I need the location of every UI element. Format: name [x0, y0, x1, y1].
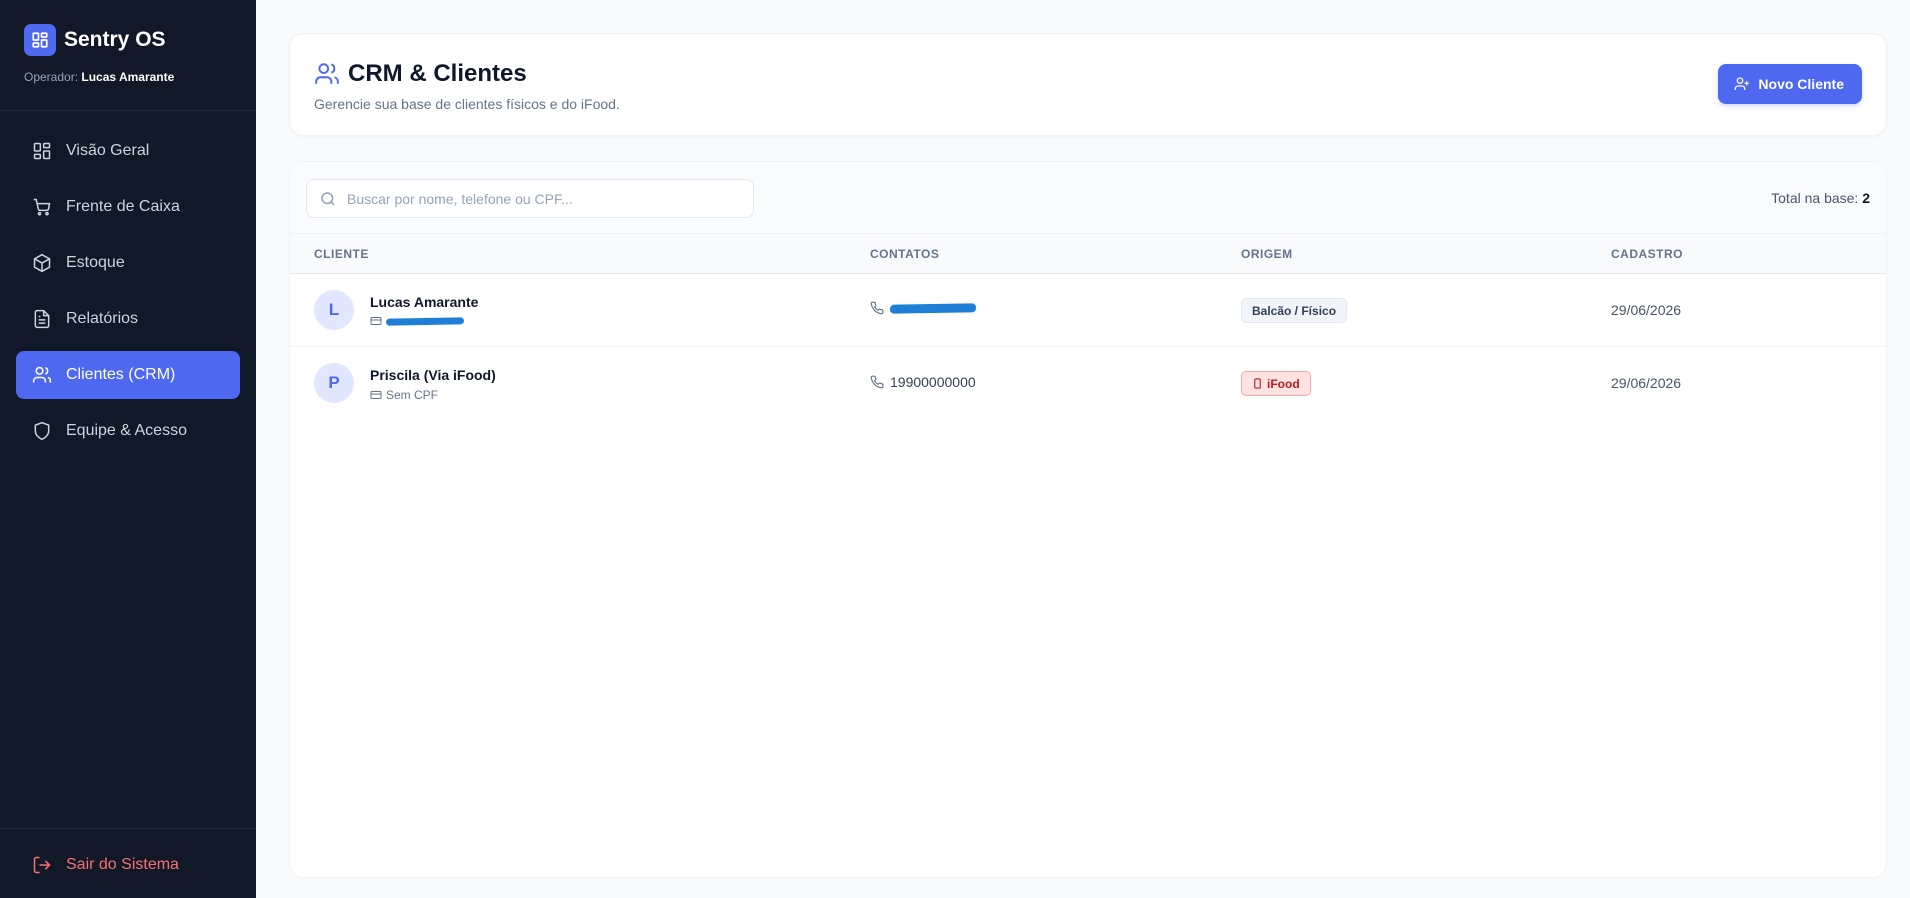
dashboard-icon	[33, 142, 51, 160]
sidebar-item-frente-de-caixa[interactable]: Frente de Caixa	[16, 183, 240, 231]
smartphone-icon	[1254, 378, 1261, 389]
sidebar-item-estoque[interactable]: Estoque	[16, 239, 240, 287]
logout-button[interactable]: Sair do Sistema	[16, 845, 240, 885]
origin-label: iFood	[1267, 376, 1300, 391]
app-name: Sentry OS	[64, 28, 166, 51]
client-phone	[870, 301, 977, 315]
client-document: Sem CPF	[370, 388, 438, 402]
register-date: 29/06/2026	[1611, 375, 1682, 391]
total-label: Total na base:	[1771, 190, 1859, 206]
sidebar-item-label: Clientes (CRM)	[66, 366, 176, 383]
operator-name: Lucas Amarante	[81, 70, 175, 84]
column-header-cliente: CLIENTE	[314, 247, 369, 261]
column-header-origem: ORIGEM	[1241, 247, 1293, 261]
avatar: P	[314, 363, 354, 403]
search-icon	[321, 192, 335, 206]
total-value: 2	[1862, 190, 1870, 206]
origin-badge: Balcão / Físico	[1241, 298, 1348, 323]
operator-info: Operador: Lucas Amarante	[24, 70, 232, 84]
logout-label: Sair do Sistema	[66, 856, 179, 873]
table-row[interactable]: L Lucas Amarante Balcão / Físico 29/06/2…	[290, 274, 1886, 347]
client-name: Lucas Amarante	[370, 294, 479, 310]
avatar: L	[314, 290, 354, 330]
operator-label: Operador:	[24, 70, 79, 84]
page-title: CRM & Clientes	[348, 60, 527, 87]
table-row[interactable]: P Priscila (Via iFood) Sem CPF 199000000…	[290, 347, 1886, 420]
client-name: Priscila (Via iFood)	[370, 367, 496, 383]
register-date: 29/06/2026	[1611, 302, 1682, 318]
new-client-button[interactable]: Novo Cliente	[1718, 64, 1862, 104]
cart-icon	[33, 198, 51, 216]
document-value: Sem CPF	[386, 388, 439, 402]
search-box	[306, 179, 754, 218]
app-logo-icon	[24, 24, 56, 56]
logout-icon	[33, 856, 51, 874]
table-toolbar: Total na base: 2	[290, 162, 1886, 234]
id-card-icon	[370, 317, 382, 325]
redacted-phone	[889, 302, 977, 314]
shield-icon	[34, 421, 50, 441]
users-icon	[315, 63, 339, 84]
brand-block: Sentry OS Operador: Lucas Amarante	[0, 0, 256, 111]
users-icon	[32, 366, 52, 383]
total-count: Total na base: 2	[1771, 190, 1870, 206]
sidebar-item-equipe-acesso[interactable]: Equipe & Acesso	[16, 407, 240, 455]
origin-badge: iFood	[1241, 371, 1311, 396]
sidebar-item-visao-geral[interactable]: Visão Geral	[16, 127, 240, 175]
page-subtitle: Gerencie sua base de clientes físicos e …	[314, 96, 620, 112]
sidebar-item-relatorios[interactable]: Relatórios	[16, 295, 240, 343]
sidebar-item-label: Estoque	[66, 254, 125, 271]
redacted-document	[385, 316, 465, 326]
phone-value: 19900000000	[890, 374, 976, 390]
sidebar-item-label: Equipe & Acesso	[66, 422, 187, 439]
sidebar-nav: Visão Geral Frente de Caixa Estoque Rela…	[0, 111, 256, 828]
phone-icon	[870, 301, 884, 315]
page-header: CRM & Clientes Gerencie sua base de clie…	[289, 33, 1887, 136]
report-icon	[34, 309, 50, 329]
search-input[interactable]	[347, 180, 743, 217]
column-header-cadastro: CADASTRO	[1611, 247, 1683, 261]
client-phone: 19900000000	[870, 374, 976, 390]
table-header: CLIENTE CONTATOS ORIGEM CADASTRO	[290, 234, 1886, 274]
sidebar-item-label: Visão Geral	[66, 142, 150, 159]
sidebar-item-label: Frente de Caixa	[66, 198, 180, 215]
phone-icon	[870, 375, 884, 389]
sidebar-item-label: Relatórios	[66, 310, 139, 327]
clients-table-card: Total na base: 2 CLIENTE CONTATOS ORIGEM…	[289, 161, 1887, 878]
logout-section: Sair do Sistema	[0, 828, 256, 898]
sidebar: Sentry OS Operador: Lucas Amarante Visão…	[0, 0, 256, 898]
new-client-label: Novo Cliente	[1758, 76, 1844, 92]
column-header-contatos: CONTATOS	[870, 247, 940, 261]
package-icon	[33, 253, 51, 273]
id-card-icon	[370, 391, 382, 399]
client-document	[370, 315, 465, 327]
sidebar-item-clientes-crm[interactable]: Clientes (CRM)	[16, 351, 240, 399]
user-plus-icon	[1735, 77, 1750, 90]
